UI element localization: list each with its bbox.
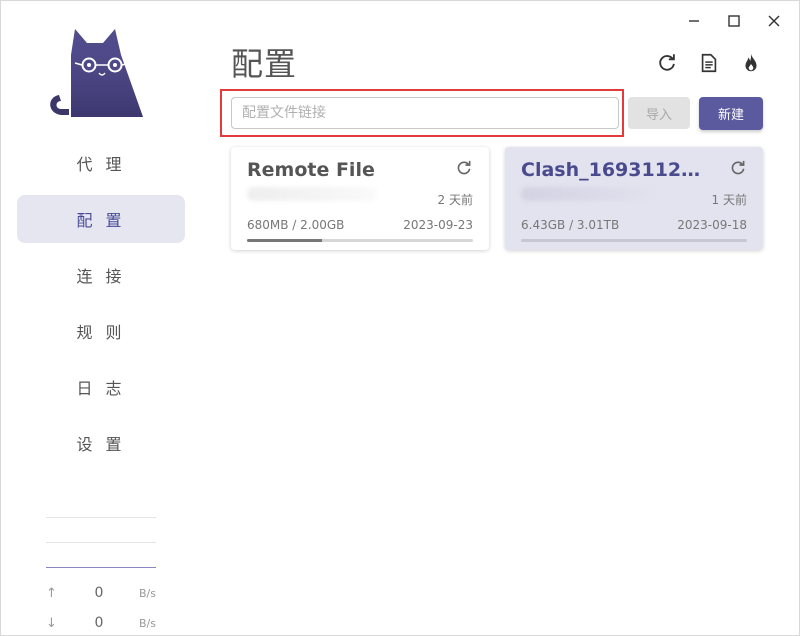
page-title: 配置 xyxy=(231,45,298,83)
arrow-down-icon: ↓ xyxy=(46,615,57,631)
download-unit: B/s xyxy=(139,616,156,630)
profile-usage: 6.43GB / 3.01TB xyxy=(521,218,620,232)
header-actions xyxy=(655,51,763,75)
profile-card-selected[interactable]: Clash_169311275... 1 天前 6.43GB / 3.01TB … xyxy=(505,147,763,250)
close-icon[interactable] xyxy=(759,9,789,33)
refresh-icon[interactable] xyxy=(729,159,747,177)
profile-card[interactable]: Remote File 2 天前 680MB / 2.00GB 2023-09-… xyxy=(231,147,489,250)
sidebar-item-profiles[interactable]: 配 置 xyxy=(17,195,185,243)
usage-progress-bar xyxy=(521,239,747,242)
blurred-url xyxy=(521,187,651,201)
upload-unit: B/s xyxy=(139,586,156,600)
upload-value: 0 xyxy=(94,585,104,601)
download-speed: ↓ 0 B/s xyxy=(46,608,156,636)
maximize-icon[interactable] xyxy=(719,9,749,33)
sidebar-nav: 代 理 配 置 连 接 规 则 日 志 设 置 xyxy=(17,139,185,475)
window-controls xyxy=(679,9,789,33)
sidebar-item-rules[interactable]: 规 则 xyxy=(17,307,185,355)
profile-url-input[interactable] xyxy=(231,97,619,129)
profile-expire-date: 2023-09-23 xyxy=(403,218,473,232)
upload-speed: ↑ 0 B/s xyxy=(46,578,156,608)
refresh-icon[interactable] xyxy=(455,159,473,177)
usage-progress-fill xyxy=(247,239,322,242)
import-button[interactable]: 导入 xyxy=(628,97,690,129)
new-profile-button[interactable]: 新建 xyxy=(699,97,763,130)
sidebar: 代 理 配 置 连 接 规 则 日 志 设 置 ↑ 0 B/s ↓ 0 B/s xyxy=(1,1,201,636)
document-icon[interactable] xyxy=(697,51,721,75)
profile-usage: 680MB / 2.00GB xyxy=(247,218,345,232)
profile-import-bar: 导入 新建 xyxy=(220,89,765,137)
profile-expire-date: 2023-09-18 xyxy=(677,218,747,232)
sidebar-item-connections[interactable]: 连 接 xyxy=(17,251,185,299)
app-window: 代 理 配 置 连 接 规 则 日 志 设 置 ↑ 0 B/s ↓ 0 B/s … xyxy=(0,0,800,636)
blurred-url xyxy=(247,187,377,201)
traffic-graph: ↑ 0 B/s ↓ 0 B/s xyxy=(46,517,156,636)
arrow-up-icon: ↑ xyxy=(46,585,57,601)
minimize-icon[interactable] xyxy=(679,9,709,33)
graph-gridline xyxy=(46,517,156,518)
refresh-icon[interactable] xyxy=(655,51,679,75)
usage-progress-bar xyxy=(247,239,473,242)
graph-gridline xyxy=(46,542,156,543)
download-value: 0 xyxy=(94,615,104,631)
profile-updated-ago: 2 天前 xyxy=(437,193,473,207)
clash-cat-logo xyxy=(50,29,143,117)
graph-baseline xyxy=(46,567,156,568)
sidebar-item-settings[interactable]: 设 置 xyxy=(17,419,185,467)
sidebar-item-proxies[interactable]: 代 理 xyxy=(17,139,185,187)
sidebar-item-logs[interactable]: 日 志 xyxy=(17,363,185,411)
profile-name: Clash_169311275... xyxy=(521,159,711,181)
profile-updated-ago: 1 天前 xyxy=(711,193,747,207)
fire-icon[interactable] xyxy=(739,51,763,75)
profile-name: Remote File xyxy=(247,159,375,181)
